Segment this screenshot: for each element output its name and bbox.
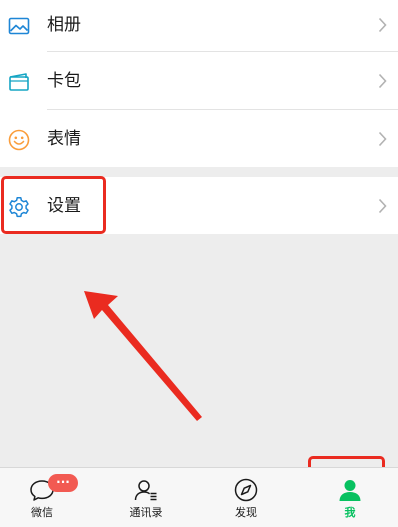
tab-contacts[interactable]: 通讯录 (100, 468, 192, 527)
person-icon (337, 477, 363, 503)
chevron-right-icon (378, 131, 387, 147)
card-wallet-icon (8, 71, 30, 93)
menu-item-label: 卡包 (47, 71, 81, 91)
chevron-right-icon (378, 198, 387, 214)
tab-chats[interactable]: ··· 微信 (0, 468, 84, 527)
contacts-icon (133, 477, 159, 503)
compass-icon (233, 477, 259, 503)
tab-label: 微信 (31, 506, 53, 519)
menu-item-cards[interactable]: 卡包 (0, 52, 398, 110)
menu-item-settings[interactable]: 设置 (0, 177, 398, 234)
bottom-tab-bar: ··· 微信 通讯录 发现 我 (0, 467, 398, 527)
chevron-right-icon (378, 17, 387, 33)
smiley-icon (8, 129, 30, 151)
tab-me[interactable]: 我 (304, 468, 396, 527)
menu-item-label: 设置 (47, 196, 81, 216)
menu-item-label: 表情 (47, 129, 81, 149)
menu-item-album[interactable]: 相册 (0, 0, 398, 52)
tab-discover[interactable]: 发现 (200, 468, 292, 527)
tab-label: 通讯录 (129, 506, 163, 519)
tab-label: 发现 (235, 506, 257, 519)
unread-badge: ··· (48, 474, 78, 492)
tab-label: 我 (344, 506, 356, 519)
menu-item-sticker[interactable]: 表情 (0, 110, 398, 167)
chevron-right-icon (378, 73, 387, 89)
album-icon (8, 15, 30, 37)
menu-item-label: 相册 (47, 15, 81, 35)
gear-icon (8, 196, 30, 218)
